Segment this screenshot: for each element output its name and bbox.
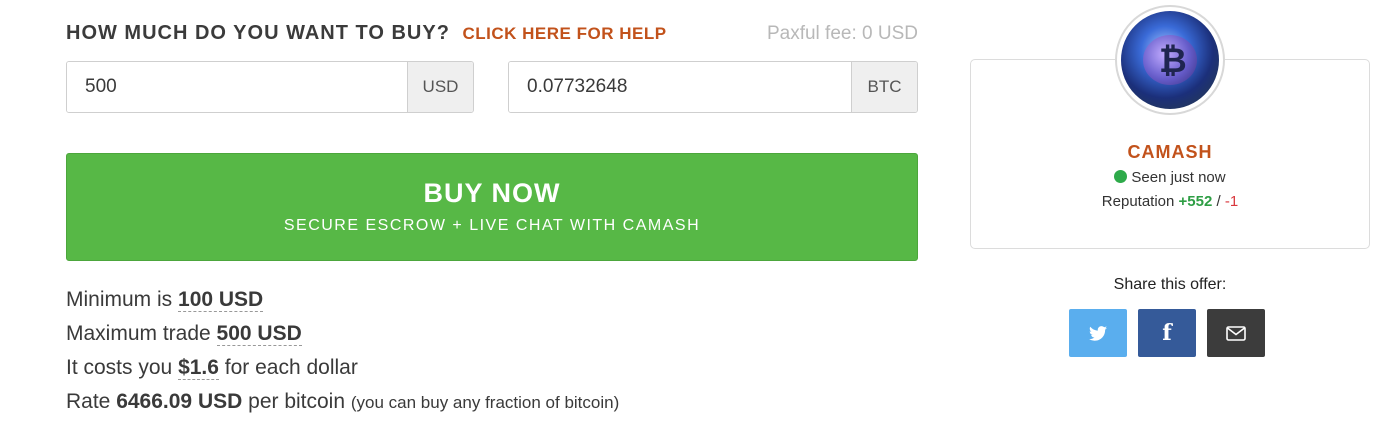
cost-suffix: for each dollar xyxy=(224,356,358,379)
cost-value[interactable]: $1.6 xyxy=(178,356,219,380)
maximum-line: Maximum trade 500 USD xyxy=(66,317,619,351)
share-label: Share this offer: xyxy=(1113,276,1227,293)
trade-info: Minimum is 100 USD Maximum trade 500 USD… xyxy=(66,283,619,420)
minimum-value[interactable]: 100 USD xyxy=(178,288,264,312)
cost-line: It costs you $1.6 for each dollar xyxy=(66,351,619,385)
rate-line: Rate 6466.09 USD per bitcoin (you can bu… xyxy=(66,385,619,420)
buy-now-label: BUY NOW xyxy=(423,178,561,208)
share-twitter-button[interactable] xyxy=(1069,309,1127,357)
usd-amount-group: USD xyxy=(66,61,474,113)
minimum-prefix: Minimum is xyxy=(66,288,173,311)
help-link[interactable]: CLICK HERE FOR HELP xyxy=(462,24,666,43)
rate-value: 6466.09 USD xyxy=(116,390,243,413)
bitcoin-glyph-icon: ₿ xyxy=(1159,41,1187,81)
seller-reputation: Reputation +552 / -1 xyxy=(970,193,1370,210)
amount-question: HOW MUCH DO YOU WANT TO BUY? CLICK HERE … xyxy=(66,22,667,45)
buy-now-button[interactable]: BUY NOW SECURE ESCROW + LIVE CHAT WITH C… xyxy=(66,153,918,261)
email-icon xyxy=(1226,325,1246,341)
rate-prefix: Rate xyxy=(66,390,111,413)
minimum-line: Minimum is 100 USD xyxy=(66,283,619,317)
btc-amount-group: BTC xyxy=(508,61,918,113)
reputation-positive: +552 xyxy=(1178,193,1213,210)
seller-status: Seen just now xyxy=(970,169,1370,186)
maximum-prefix: Maximum trade xyxy=(66,322,211,345)
rate-note: (you can buy any fraction of bitcoin) xyxy=(350,393,620,412)
cost-prefix: It costs you xyxy=(66,356,173,379)
maximum-value[interactable]: 500 USD xyxy=(216,322,302,346)
usd-currency-label: USD xyxy=(407,62,473,112)
amount-question-text: HOW MUCH DO YOU WANT TO BUY? xyxy=(66,22,450,44)
online-status-icon xyxy=(1114,170,1128,183)
buy-now-sublabel: SECURE ESCROW + LIVE CHAT WITH CAMASH xyxy=(283,217,701,234)
amount-header: HOW MUCH DO YOU WANT TO BUY? CLICK HERE … xyxy=(66,22,918,48)
twitter-icon xyxy=(1089,325,1107,341)
reputation-separator: / xyxy=(1216,193,1221,210)
seller-avatar[interactable]: ₿ xyxy=(1115,5,1225,115)
reputation-label: Reputation xyxy=(1101,193,1175,210)
share-email-button[interactable] xyxy=(1207,309,1265,357)
seller-name[interactable]: CAMASH xyxy=(970,142,1370,163)
rate-suffix: per bitcoin xyxy=(248,390,346,413)
btc-amount-input[interactable] xyxy=(509,62,851,112)
facebook-icon: f xyxy=(1162,320,1172,346)
avatar-image: ₿ xyxy=(1121,11,1219,109)
seller-status-text: Seen just now xyxy=(1131,169,1226,186)
usd-amount-input[interactable] xyxy=(67,62,407,112)
fee-text: Paxful fee: 0 USD xyxy=(766,23,918,44)
share-facebook-button[interactable]: f xyxy=(1138,309,1196,357)
reputation-negative: -1 xyxy=(1224,193,1239,210)
btc-currency-label: BTC xyxy=(851,62,917,112)
